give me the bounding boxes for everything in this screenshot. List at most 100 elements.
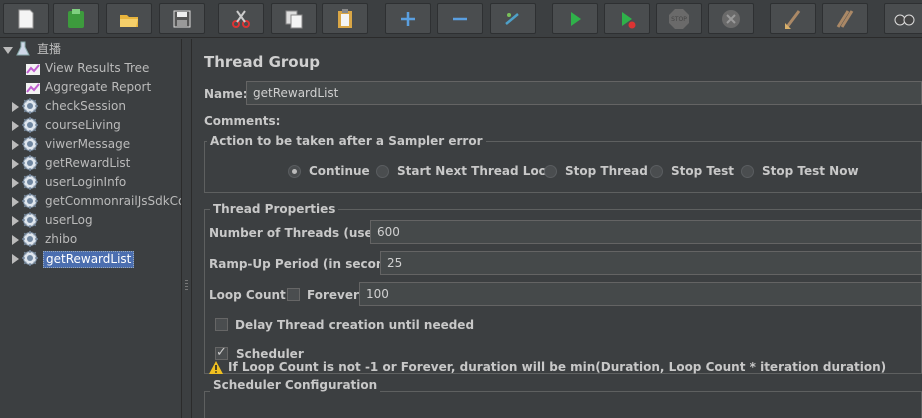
toggle-button[interactable] — [490, 3, 536, 34]
tree-item[interactable]: getRewardList — [0, 249, 181, 268]
stop-icon: STOP — [669, 8, 689, 29]
save-icon — [173, 10, 191, 27]
collapsed-arrow-icon[interactable] — [10, 102, 20, 112]
thread-group-gear-icon — [22, 193, 38, 209]
collapsed-arrow-icon[interactable] — [10, 140, 20, 150]
tree-item-label: getRewardList — [43, 251, 135, 268]
radio-dot[interactable] — [741, 164, 754, 178]
search-button[interactable] — [884, 3, 922, 34]
tree-item[interactable]: checkSession — [0, 97, 181, 116]
tree-item[interactable]: View Results Tree — [0, 59, 181, 78]
new-button[interactable] — [3, 3, 49, 34]
radio-label: Stop Thread — [565, 164, 648, 178]
tree-item[interactable]: Aggregate Report — [0, 78, 181, 97]
toggle-icon — [505, 12, 519, 25]
expanded-arrow-icon[interactable] — [3, 45, 13, 55]
loop-count-field[interactable]: 100 — [359, 282, 922, 306]
copy-button[interactable] — [271, 3, 317, 34]
thread-group-gear-icon — [22, 174, 38, 190]
sampler-error-legend: Action to be taken after a Sampler error — [207, 134, 486, 148]
rampup-field[interactable]: 25 — [380, 251, 922, 275]
tree-item[interactable]: courseLiving — [0, 116, 181, 135]
radio-dot[interactable] — [376, 164, 389, 178]
tree-item-label: userLoginInfo — [45, 175, 127, 189]
collapsed-arrow-icon[interactable] — [10, 121, 20, 131]
thread-group-gear-icon — [22, 117, 38, 133]
tree-item[interactable]: viwerMessage — [0, 135, 181, 154]
tree-root[interactable]: 直播 — [0, 40, 181, 59]
open-button[interactable] — [106, 3, 152, 34]
forever-checkbox[interactable] — [287, 288, 300, 301]
copy-icon — [285, 10, 303, 28]
radio-label: Stop Test Now — [762, 164, 859, 178]
stop-button[interactable]: STOP — [656, 3, 702, 34]
paste-icon — [338, 8, 352, 28]
scheduler-checkbox[interactable] — [215, 345, 228, 360]
cut-icon — [232, 9, 250, 28]
toolbar: STOP — [0, 0, 922, 38]
threads-field[interactable]: 600 — [370, 220, 922, 244]
collapsed-arrow-icon[interactable] — [10, 235, 20, 245]
thread-group-gear-icon — [22, 98, 38, 114]
thread-properties-legend: Thread Properties — [210, 202, 339, 216]
name-field[interactable]: getRewardList — [246, 81, 922, 105]
forever-label: Forever — [307, 288, 359, 302]
warning-icon — [209, 361, 223, 374]
radio-dot[interactable] — [650, 164, 663, 178]
radio-start-next-thread-loop[interactable]: Start Next Thread Loop — [376, 164, 556, 178]
test-plan-tree: 直播 View Results Tree Aggregate Report ch… — [0, 39, 181, 418]
tree-root-label: 直播 — [37, 42, 62, 56]
radio-dot[interactable] — [544, 164, 557, 178]
templates-icon — [68, 8, 84, 28]
tree-item-label: viwerMessage — [45, 137, 131, 151]
clear-all-icon — [836, 9, 854, 28]
collapsed-arrow-icon[interactable] — [10, 216, 20, 226]
open-icon — [120, 14, 138, 27]
thread-group-gear-icon — [22, 231, 38, 247]
splitter[interactable] — [181, 39, 192, 418]
thread-group-gear-icon — [22, 136, 38, 152]
tree-item[interactable]: zhibo — [0, 230, 181, 249]
tree-item-label: getCommonrailJsSdkCo — [45, 194, 181, 208]
shutdown-button[interactable] — [708, 3, 754, 34]
comments-label: Comments: — [204, 114, 281, 128]
listener-icon — [26, 64, 40, 75]
radio-stop-test[interactable]: Stop Test — [650, 164, 734, 178]
radio-stop-thread[interactable]: Stop Thread — [544, 164, 648, 178]
scheduler-config-legend: Scheduler Configuration — [210, 378, 381, 392]
collapsed-arrow-icon[interactable] — [10, 159, 20, 169]
tree-item[interactable]: userLoginInfo — [0, 173, 181, 192]
radio-dot[interactable] — [288, 164, 301, 178]
tree-item[interactable]: userLog — [0, 211, 181, 230]
collapsed-arrow-icon[interactable] — [10, 178, 20, 188]
start-button[interactable] — [552, 3, 598, 34]
collapsed-arrow-icon[interactable] — [10, 254, 20, 264]
paste-button[interactable] — [322, 3, 368, 34]
clear-all-button[interactable] — [822, 3, 868, 34]
clear-button[interactable] — [770, 3, 816, 34]
delay-thread-checkbox[interactable] — [215, 318, 228, 331]
collapsed-arrow-icon[interactable] — [10, 197, 20, 207]
tree-item-label: userLog — [45, 213, 93, 227]
scheduler-warning: If Loop Count is not -1 or Forever, dura… — [228, 360, 887, 374]
tree-item[interactable]: getRewardList — [0, 154, 181, 173]
cut-button[interactable] — [218, 3, 264, 34]
radio-continue[interactable]: Continue — [288, 164, 370, 178]
loop-count-label: Loop Count: — [209, 288, 291, 302]
shutdown-icon — [722, 9, 740, 28]
radio-stop-test-now[interactable]: Stop Test Now — [741, 164, 859, 178]
start-no-pauses-button[interactable] — [604, 3, 650, 34]
save-button[interactable] — [159, 3, 205, 34]
templates-button[interactable] — [53, 3, 99, 34]
radio-label: Start Next Thread Loop — [397, 164, 556, 178]
thread-group-gear-icon — [22, 212, 38, 228]
tree-item[interactable]: getCommonrailJsSdkCo — [0, 192, 181, 211]
collapse-button[interactable] — [437, 3, 483, 34]
thread-group-gear-icon — [22, 155, 38, 171]
expand-button[interactable] — [385, 3, 431, 34]
new-icon — [18, 9, 34, 28]
delay-thread-label: Delay Thread creation until needed — [235, 318, 475, 332]
splitter-grip[interactable] — [185, 280, 188, 292]
radio-label: Stop Test — [671, 164, 734, 178]
tree-item-label: View Results Tree — [45, 61, 150, 75]
